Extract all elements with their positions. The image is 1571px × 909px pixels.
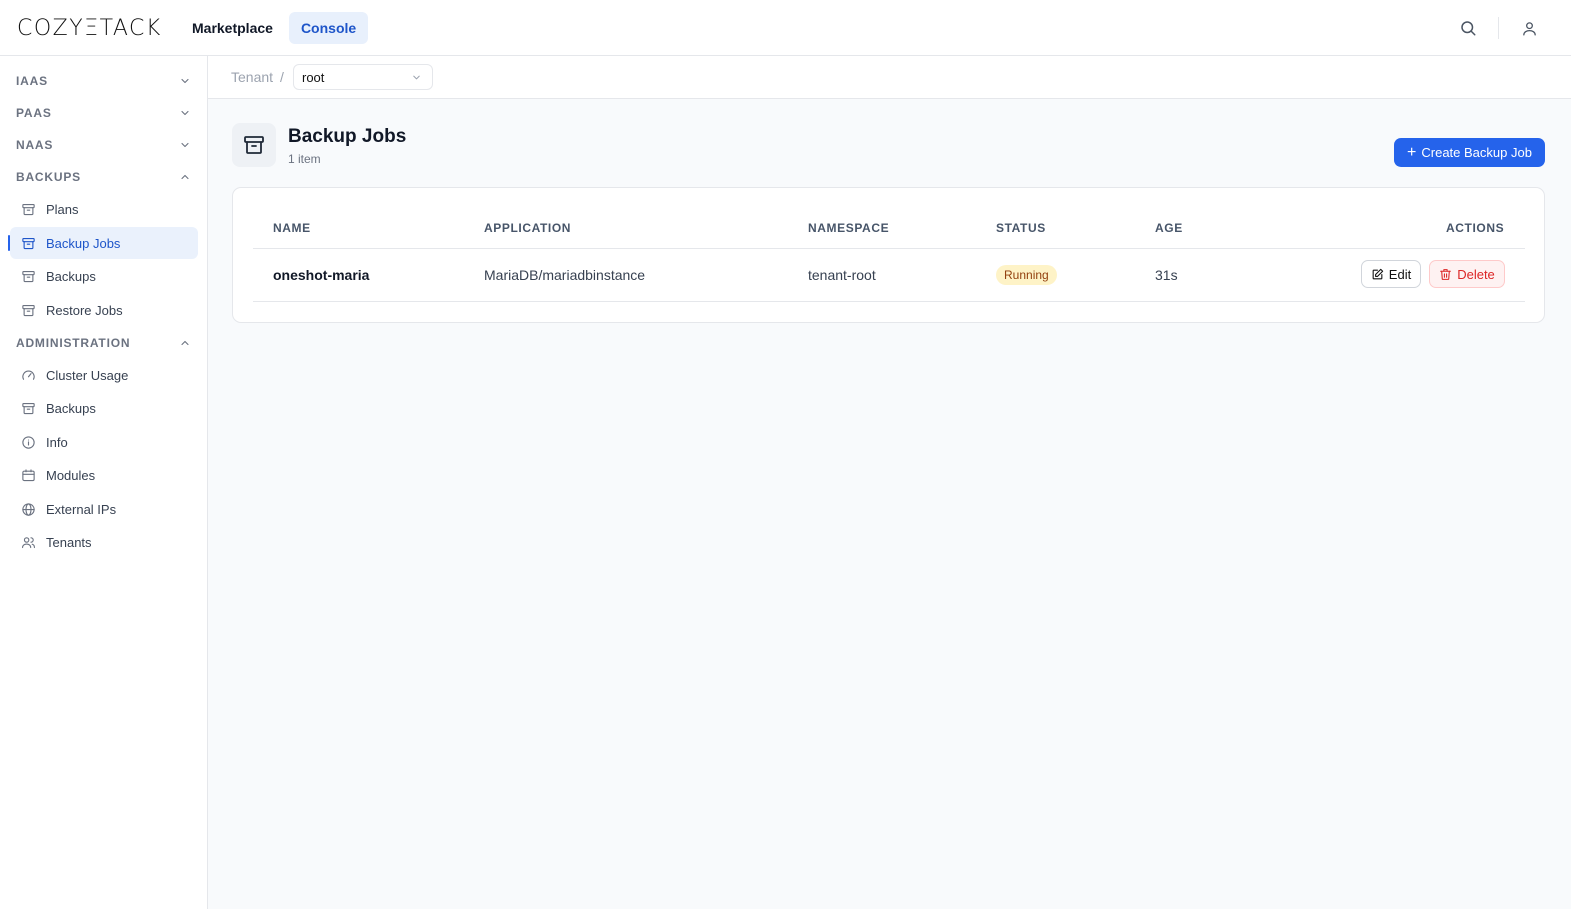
calendar-icon xyxy=(20,467,36,483)
sidebar-item-backups[interactable]: Backups xyxy=(10,260,198,292)
nav-console[interactable]: Console xyxy=(288,12,369,44)
top-bar: COZYΞTACK Marketplace Console xyxy=(0,0,1571,56)
sidebar-item-label: Cluster Usage xyxy=(46,367,129,383)
delete-button[interactable]: Delete xyxy=(1429,260,1505,288)
archive-icon xyxy=(20,201,36,217)
divider xyxy=(1498,17,1499,39)
column-header-application[interactable]: APPLICATION xyxy=(484,221,571,235)
edit-icon xyxy=(1372,268,1383,279)
globe-icon xyxy=(20,501,36,517)
sidebar-item-label: Tenants xyxy=(46,534,92,550)
sidebar-item-label: External IPs xyxy=(46,501,117,517)
chevron-down-icon xyxy=(178,74,192,88)
archive-icon xyxy=(232,123,276,167)
divider xyxy=(253,248,1525,249)
backup-jobs-table: NAME APPLICATION NAMESPACE STATUS AGE AC… xyxy=(232,187,1545,323)
item-count: 1 item xyxy=(288,152,321,166)
tenant-select-value: root xyxy=(302,69,325,85)
divider xyxy=(253,301,1525,302)
section-label: IAAS xyxy=(16,74,48,88)
sidebar-item-label: Restore Jobs xyxy=(46,302,123,318)
create-button-label: Create Backup Job xyxy=(1421,145,1532,160)
archive-icon xyxy=(20,302,36,318)
archive-icon xyxy=(20,400,36,416)
tenant-select[interactable]: root xyxy=(293,64,433,90)
sidebar-item-label: Info xyxy=(46,434,68,450)
create-backup-job-button[interactable]: + Create Backup Job xyxy=(1394,138,1545,167)
main-content: Tenant / root Backup Jobs 1 item + Creat… xyxy=(208,56,1571,909)
sidebar-section-backups[interactable]: BACKUPS xyxy=(16,167,192,187)
sidebar-item-cluster-usage[interactable]: Cluster Usage xyxy=(10,359,198,391)
chevron-up-icon xyxy=(178,170,192,184)
edit-button[interactable]: Edit xyxy=(1361,260,1421,288)
sidebar-item-label: Plans xyxy=(46,201,79,217)
delete-label: Delete xyxy=(1457,266,1495,282)
gauge-icon xyxy=(20,367,36,383)
status-badge: Running xyxy=(996,265,1057,285)
sidebar-item-label: Backups xyxy=(46,268,96,284)
cell-application: MariaDB/mariadbinstance xyxy=(484,267,646,283)
sidebar-item-label: Backups xyxy=(46,400,96,416)
sidebar-item-plans[interactable]: Plans xyxy=(10,193,198,225)
nav-marketplace[interactable]: Marketplace xyxy=(180,12,285,44)
chevron-down-icon xyxy=(178,138,192,152)
sidebar-item-label: Modules xyxy=(46,467,96,483)
sidebar-item-info[interactable]: Info xyxy=(10,426,198,458)
column-header-actions: ACTIONS xyxy=(1446,221,1505,235)
sidebar-item-backup-jobs[interactable]: Backup Jobs xyxy=(8,227,198,259)
sidebar-item-label: Backup Jobs xyxy=(46,235,121,251)
edit-label: Edit xyxy=(1388,266,1412,282)
sidebar-section-naas[interactable]: NAAS xyxy=(16,135,192,155)
archive-icon xyxy=(20,235,36,251)
column-header-namespace[interactable]: NAMESPACE xyxy=(808,221,889,235)
column-header-status[interactable]: STATUS xyxy=(996,221,1046,235)
section-label: BACKUPS xyxy=(16,170,81,184)
sidebar-item-admin-backups[interactable]: Backups xyxy=(10,392,198,424)
top-icons xyxy=(1456,16,1541,40)
section-label: NAAS xyxy=(16,138,54,152)
chevron-down-icon xyxy=(178,106,192,120)
archive-icon xyxy=(20,268,36,284)
cell-name[interactable]: oneshot-maria xyxy=(273,267,369,283)
breadcrumb: Tenant / root xyxy=(208,56,1571,99)
search-icon[interactable] xyxy=(1456,16,1480,40)
column-header-name[interactable]: NAME xyxy=(273,221,311,235)
plus-icon: + xyxy=(1407,143,1417,161)
top-nav: Marketplace Console xyxy=(180,12,372,44)
section-label: ADMINISTRATION xyxy=(16,336,131,350)
trash-icon xyxy=(1440,268,1452,280)
logo[interactable]: COZYΞTACK xyxy=(17,16,162,41)
sidebar-item-external-ips[interactable]: External IPs xyxy=(10,493,198,525)
cell-age: 31s xyxy=(1155,267,1178,283)
section-label: PAAS xyxy=(16,106,52,120)
breadcrumb-separator: / xyxy=(280,69,284,85)
sidebar-item-modules[interactable]: Modules xyxy=(10,459,198,491)
sidebar-section-paas[interactable]: PAAS xyxy=(16,103,192,123)
users-icon xyxy=(20,534,36,550)
column-header-age[interactable]: AGE xyxy=(1155,221,1183,235)
page-title: Backup Jobs xyxy=(288,126,407,147)
user-icon[interactable] xyxy=(1517,16,1541,40)
sidebar-item-tenants[interactable]: Tenants xyxy=(10,526,198,558)
breadcrumb-tenant[interactable]: Tenant xyxy=(231,69,273,85)
chevron-up-icon xyxy=(178,336,192,350)
info-icon xyxy=(20,434,36,450)
sidebar: IAAS PAAS NAAS BACKUPS Plans Backup Jobs… xyxy=(0,56,208,909)
cell-namespace: tenant-root xyxy=(808,267,876,283)
sidebar-section-administration[interactable]: ADMINISTRATION xyxy=(16,333,192,353)
chevron-down-icon xyxy=(411,71,422,86)
sidebar-section-iaas[interactable]: IAAS xyxy=(16,71,192,91)
sidebar-item-restore-jobs[interactable]: Restore Jobs xyxy=(10,294,198,326)
